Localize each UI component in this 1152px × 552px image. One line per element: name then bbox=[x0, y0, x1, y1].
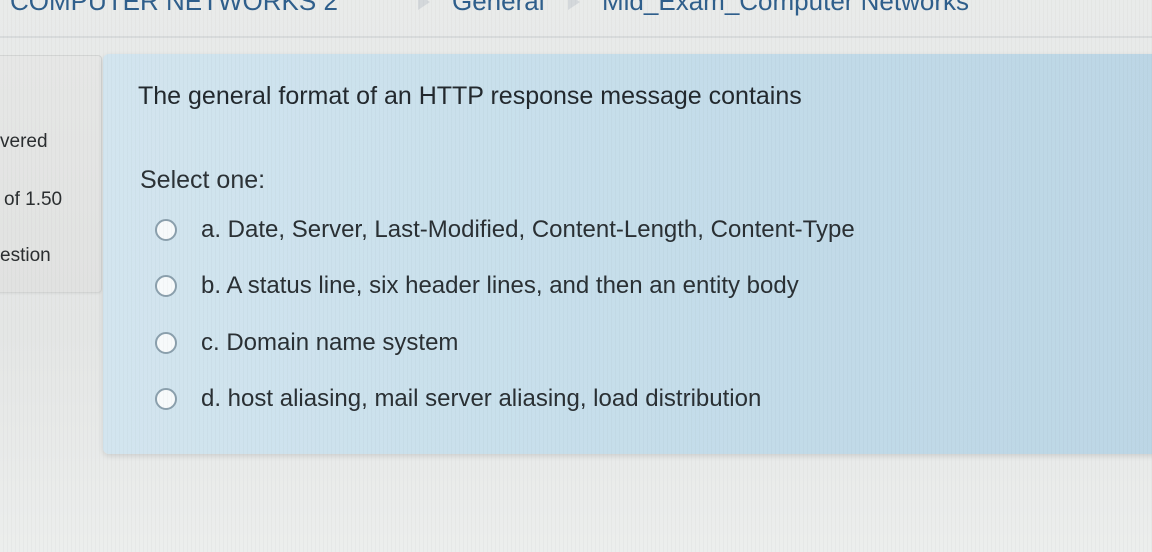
answer-option-label: d. host aliasing, mail server aliasing, … bbox=[201, 385, 762, 412]
answer-option-label: a. Date, Server, Last-Modified, Content-… bbox=[201, 216, 855, 243]
answer-option-a[interactable]: a. Date, Server, Last-Modified, Content-… bbox=[155, 215, 855, 245]
radio-button-icon[interactable] bbox=[155, 388, 177, 410]
question-text: The general format of an HTTP response m… bbox=[138, 82, 802, 110]
answer-option-c[interactable]: c. Domain name system bbox=[155, 328, 458, 358]
answer-option-label: c. Domain name system bbox=[201, 329, 459, 356]
answer-option-b[interactable]: b. A status line, six header lines, and … bbox=[155, 271, 799, 301]
header-divider bbox=[0, 36, 1152, 38]
radio-button-icon[interactable] bbox=[155, 332, 177, 354]
breadcrumb-item-general[interactable]: General bbox=[452, 0, 545, 17]
breadcrumb-separator-icon bbox=[418, 0, 430, 10]
select-one-prompt: Select one: bbox=[140, 166, 266, 194]
breadcrumb-item-exam[interactable]: Mid_Exam_Computer Networks bbox=[602, 0, 969, 17]
question-mark: of 1.50 bbox=[4, 189, 63, 210]
breadcrumb: COMPUTER NETWORKS 2 General Mid_Exam_Com… bbox=[0, 0, 1152, 26]
flag-question-link[interactable]: estion bbox=[0, 245, 51, 267]
answer-option-d[interactable]: d. host aliasing, mail server aliasing, … bbox=[155, 384, 761, 414]
question-status: vered bbox=[0, 131, 48, 152]
breadcrumb-separator-icon bbox=[568, 0, 580, 10]
breadcrumb-item-course[interactable]: COMPUTER NETWORKS 2 bbox=[10, 0, 338, 17]
radio-button-icon[interactable] bbox=[155, 219, 177, 241]
radio-button-icon[interactable] bbox=[155, 275, 177, 297]
answer-option-label: b. A status line, six header lines, and … bbox=[201, 272, 799, 299]
